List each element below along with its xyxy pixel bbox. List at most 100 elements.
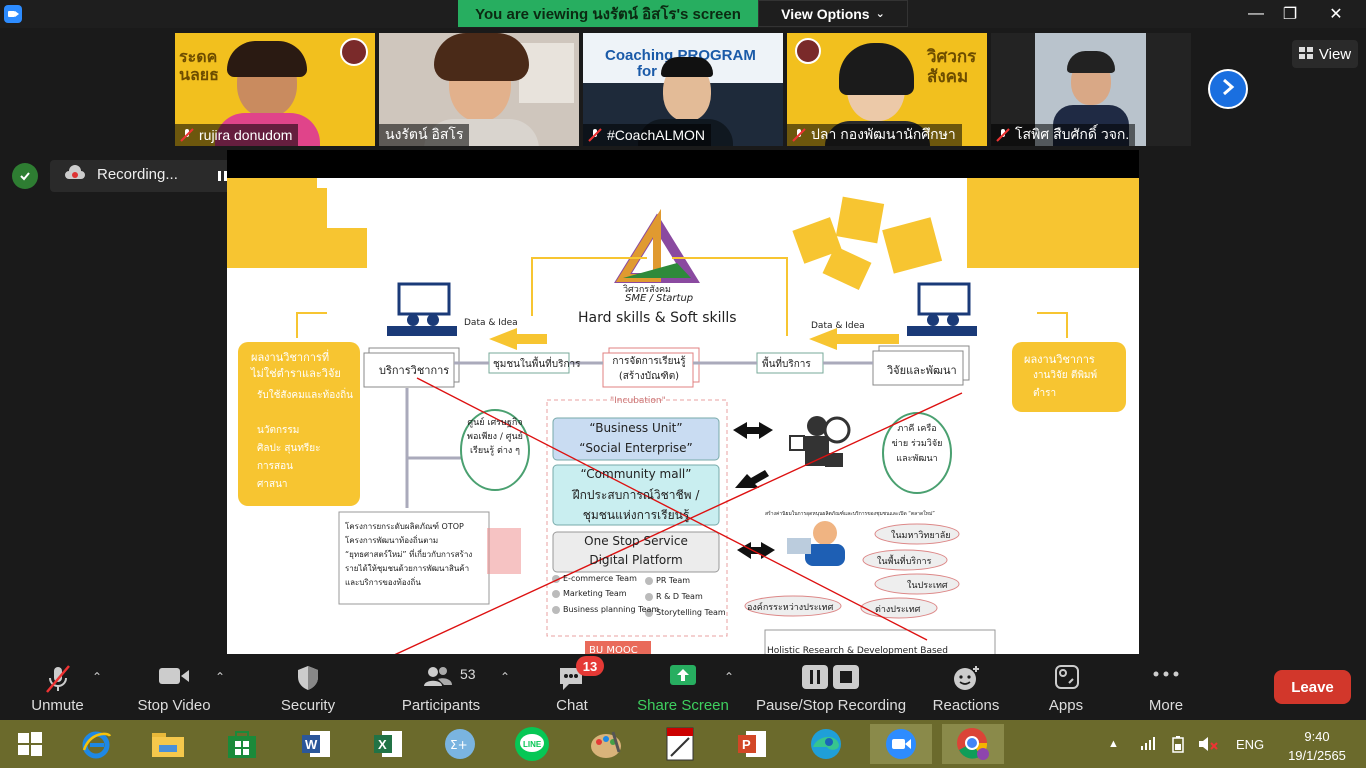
view-options-button[interactable]: View Options ⌄: [758, 0, 908, 27]
shield-icon: [296, 664, 320, 696]
line-icon-text: LINE: [523, 740, 542, 749]
cloud-record-icon: [64, 165, 86, 181]
video-options-caret-icon[interactable]: ⌃: [215, 670, 225, 684]
thumb-bg-text: วิศวกร สังคม: [927, 47, 977, 86]
learning-community-label: ชุมชนแห่งการเรียนรู้: [582, 508, 690, 522]
participant-thumb[interactable]: วิศวกร สังคม ปลา กองพัฒนานักศึกษา: [787, 33, 987, 146]
community-area-label: ชุมชนในพื้นที่บริการ: [493, 359, 581, 370]
participant-thumb[interactable]: Coaching PROGRAM for #CoachALMON: [583, 33, 783, 146]
zoom-taskbar-icon[interactable]: [870, 724, 932, 764]
holistic-label: Holistic Research & Development Based: [767, 646, 948, 654]
pause-stop-recording-button[interactable]: Pause/Stop Recording: [753, 654, 909, 720]
leave-button[interactable]: Leave: [1274, 670, 1351, 704]
view-button-label: View: [1318, 45, 1352, 63]
audio-options-caret-icon[interactable]: ⌃: [92, 670, 102, 684]
participant-name-tag: โสพิศ สืบศักดิ์ วจก.: [991, 124, 1136, 146]
svg-text:X: X: [378, 737, 387, 752]
tray-overflow-icon[interactable]: ▲: [1108, 738, 1119, 750]
right-box-item: ตำรา: [1033, 388, 1057, 399]
edge-icon[interactable]: [806, 724, 846, 764]
career-practice-label: ฝึกประสบการณ์วิชาชีพ /: [572, 488, 700, 502]
hard-soft-skills: Hard skills & Soft skills: [578, 310, 737, 326]
lisrel-icon[interactable]: [660, 724, 700, 764]
svg-text:P: P: [742, 737, 751, 752]
research-label: วิจัยและพัฒนา: [887, 364, 957, 377]
participant-name: rujira donudom: [199, 127, 293, 143]
windows-start-icon[interactable]: [10, 724, 50, 764]
paint-icon[interactable]: [586, 724, 626, 764]
left-box-item: การสอน: [257, 461, 293, 472]
share-options-caret-icon[interactable]: ⌃: [724, 670, 734, 684]
data-idea-right: Data & Idea: [811, 321, 865, 331]
participant-name: #CoachALMON: [607, 127, 706, 143]
participants-label: Participants: [401, 697, 481, 714]
participant-thumb[interactable]: ระดค นลยธ rujira donudom: [175, 33, 375, 146]
more-label: More: [1148, 697, 1184, 714]
participants-button[interactable]: 53 Participants: [398, 654, 484, 720]
line-app-icon[interactable]: LINE: [512, 724, 552, 764]
battery-icon[interactable]: [1170, 735, 1186, 758]
security-button[interactable]: Security: [276, 654, 340, 720]
mic-muted-icon: [180, 128, 194, 142]
viewing-banner: You are viewing นงรัตน์ อิสโร's screen: [458, 0, 758, 27]
participant-hair: [839, 43, 914, 95]
participant-name-tag: นงรัตน์ อิสโร: [379, 124, 470, 146]
microsoft-store-icon[interactable]: [222, 724, 262, 764]
mic-muted-icon: [43, 664, 73, 698]
network-signal-icon[interactable]: [1140, 736, 1156, 755]
center-circle-label: ศูนย์ เศรษฐกิจ พอเพียง / ศูนย์เรียนรู้ ต…: [467, 418, 523, 456]
left-box-item: นวัตกรรม: [257, 425, 300, 436]
clock-date: 19/1/2565: [1288, 748, 1346, 763]
encryption-shield-icon[interactable]: [12, 163, 38, 189]
stop-video-button[interactable]: Stop Video: [133, 654, 215, 720]
file-explorer-icon[interactable]: [148, 724, 188, 764]
participants-caret-icon[interactable]: ⌃: [500, 670, 510, 684]
maximize-icon: ❐: [1282, 5, 1298, 23]
stop-video-label: Stop Video: [137, 697, 211, 714]
grid-view-icon: [1298, 46, 1313, 63]
taskbar-clock[interactable]: 9:40 19/1/2565: [1282, 727, 1352, 765]
participant-thumb-active[interactable]: นงรัตน์ อิสโร: [379, 33, 579, 146]
reactions-button[interactable]: Reactions: [930, 654, 1002, 720]
share-screen-icon: [669, 664, 697, 692]
participant-name-tag: rujira donudom: [175, 124, 299, 146]
language-indicator[interactable]: ENG: [1236, 737, 1264, 752]
share-screen-label: Share Screen: [637, 697, 729, 714]
chevron-down-icon: ⌄: [875, 8, 885, 20]
powerpoint-icon[interactable]: P: [732, 724, 772, 764]
next-page-button[interactable]: [1208, 69, 1248, 109]
community-mall-label: “Community mall”: [580, 467, 692, 481]
participant-thumb[interactable]: โสพิศ สืบศักดิ์ วจก.: [991, 33, 1191, 146]
viewing-banner-text: You are viewing นงรัตน์ อิสโร's screen: [475, 5, 741, 23]
close-button[interactable]: ✕: [1316, 0, 1356, 27]
right-box-title: ผลงานวิชาการ: [1024, 353, 1095, 366]
learning-label: การจัดการเรียนรู้ (สร้างบัณฑิต): [612, 356, 686, 382]
maximize-button[interactable]: ❐: [1270, 0, 1310, 27]
word-icon[interactable]: W: [296, 724, 336, 764]
service-label: บริการวิชาการ: [379, 364, 450, 377]
one-stop-label: One Stop Service: [584, 534, 688, 548]
chrome-icon[interactable]: [942, 724, 1004, 764]
coaching-text-2: for: [637, 63, 657, 80]
scope-label: ในประเทศ: [907, 581, 948, 591]
team-item: Business planning Team: [563, 605, 660, 614]
minimize-icon: —: [1248, 4, 1264, 22]
shared-screen-border: [227, 150, 1139, 178]
share-screen-button[interactable]: Share Screen: [636, 654, 730, 720]
people-icon: [422, 664, 454, 694]
meeting-toolbar: Unmute ⌃ Stop Video ⌃ Security 53 Partic…: [0, 654, 1366, 720]
more-button[interactable]: More: [1142, 654, 1190, 720]
internet-explorer-icon[interactable]: [76, 724, 116, 764]
participant-name: นงรัตน์ อิสโร: [385, 126, 464, 142]
view-button[interactable]: View: [1292, 40, 1358, 68]
recording-label: Recording...: [97, 166, 178, 183]
pause-stop-icon: [801, 664, 861, 694]
apps-button[interactable]: Apps: [1044, 654, 1088, 720]
service-area-label: พื้นที่บริการ: [762, 359, 811, 370]
scope-label: ในพื้นที่บริการ: [877, 557, 932, 567]
participant-hair: [434, 33, 529, 81]
unmute-button[interactable]: Unmute: [20, 654, 95, 720]
excel-icon[interactable]: X: [368, 724, 408, 764]
volume-muted-icon[interactable]: [1198, 735, 1218, 758]
math-input-icon[interactable]: Σ+: [440, 724, 480, 764]
